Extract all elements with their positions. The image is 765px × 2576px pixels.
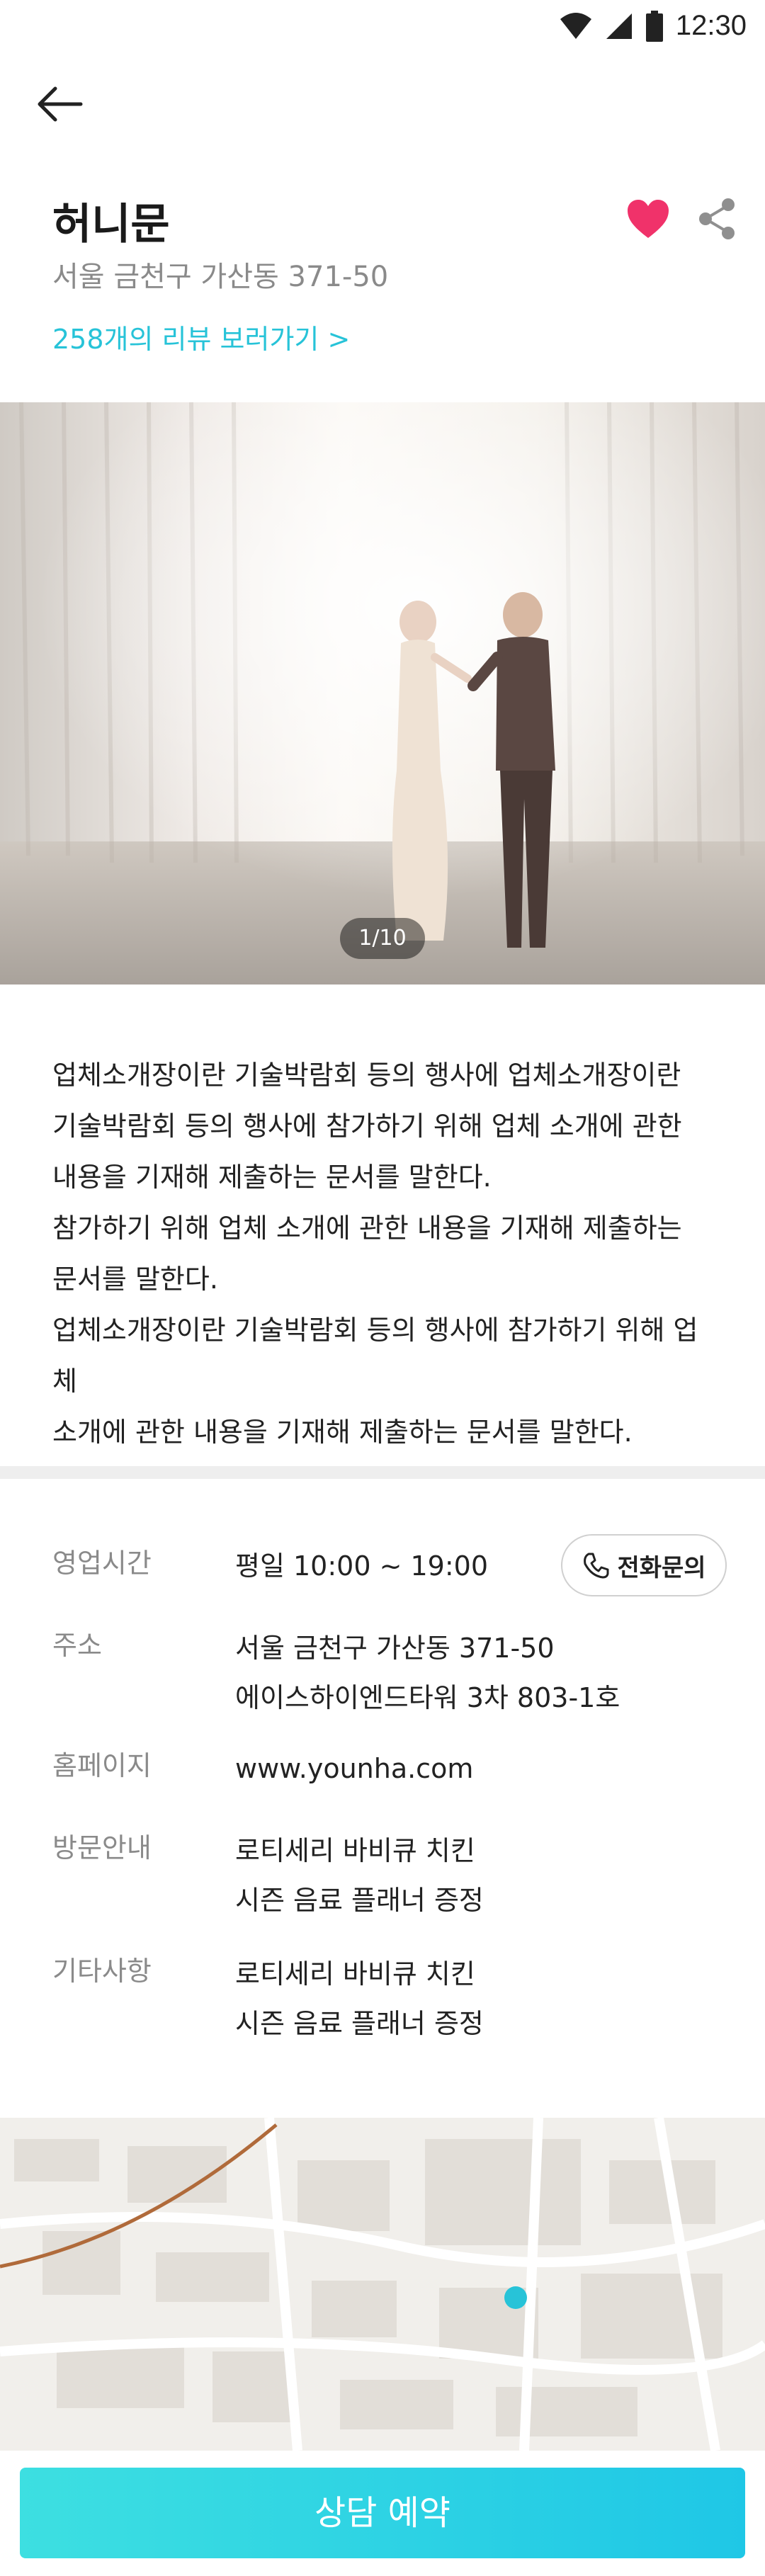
description-line: 업체소개장이란 기술박람회 등의 행사에 참가하기 위해 업체 bbox=[52, 1315, 698, 1397]
info-homepage: 홈페이지 www.younha.com bbox=[52, 1744, 718, 1793]
section-divider bbox=[0, 1466, 765, 1479]
share-icon bbox=[699, 198, 735, 239]
visit-line-1: 로티세리 바비큐 치킨 bbox=[235, 1835, 475, 1866]
description-line: 소개에 관한 내용을 기재해 제출하는 문서를 말한다. bbox=[52, 1417, 633, 1448]
share-button[interactable] bbox=[696, 197, 738, 241]
address-line-1: 서울 금천구 가산동 371-50 bbox=[235, 1633, 555, 1664]
reviews-link[interactable]: 258개의 리뷰 보러가기 > bbox=[52, 317, 350, 356]
address-label: 주소 bbox=[52, 1630, 102, 1661]
status-time: 12:30 bbox=[675, 10, 747, 41]
status-bar: 12:30 bbox=[0, 0, 765, 57]
status-icons: 12:30 bbox=[560, 10, 747, 42]
description-line: 기술박람회 등의 행사에 참가하기 위해 업체 소개에 관한 bbox=[52, 1111, 682, 1142]
hours-label: 영업시간 bbox=[52, 1548, 152, 1579]
etc-line-2: 시즌 음료 플래너 증정 bbox=[235, 2008, 484, 2039]
battery-icon bbox=[645, 10, 663, 42]
venue-title: 허니문 bbox=[52, 200, 170, 249]
location-map[interactable] bbox=[0, 2118, 765, 2451]
etc-label: 기타사항 bbox=[52, 1956, 152, 1987]
phone-icon bbox=[584, 1553, 609, 1579]
info-visit: 방문안내 로티세리 바비큐 치킨 시즌 음료 플래너 증정 bbox=[52, 1826, 718, 1925]
info-address: 주소 서울 금천구 가산동 371-50 에이스하이엔드타워 3차 803-1호 bbox=[52, 1623, 718, 1723]
address-value: 서울 금천구 가산동 371-50 에이스하이엔드타워 3차 803-1호 bbox=[235, 1623, 620, 1723]
homepage-label: 홈페이지 bbox=[52, 1750, 152, 1781]
arrow-left-icon bbox=[38, 86, 83, 122]
homepage-link[interactable]: www.younha.com bbox=[235, 1744, 473, 1793]
description: 업체소개장이란 기술박람회 등의 행사에 업체소개장이란 기술박람회 등의 행사… bbox=[52, 1050, 718, 1458]
call-button-label: 전화문의 bbox=[617, 1553, 706, 1582]
etc-line-1: 로티세리 바비큐 치킨 bbox=[235, 1958, 475, 1990]
signal-icon bbox=[606, 13, 632, 39]
description-line: 문서를 말한다. bbox=[52, 1264, 218, 1295]
heart-icon bbox=[628, 200, 669, 238]
hours-value: 평일 10:00 ~ 19:00 bbox=[235, 1550, 489, 1582]
visit-value: 로티세리 바비큐 치킨 시즌 음료 플래너 증정 bbox=[235, 1826, 484, 1925]
visit-line-2: 시즌 음료 플래너 증정 bbox=[235, 1885, 484, 1916]
gallery-counter: 1/10 bbox=[340, 918, 425, 959]
call-button[interactable]: 전화문의 bbox=[561, 1534, 727, 1596]
info-etc: 기타사항 로티세리 바비큐 치킨 시즌 음료 플래너 증정 bbox=[52, 1949, 718, 2048]
description-line: 참가하기 위해 업체 소개에 관한 내용을 기재해 제출하는 bbox=[52, 1213, 682, 1244]
map-graphic bbox=[0, 2118, 765, 2451]
wedding-photo bbox=[0, 402, 765, 985]
wifi-icon bbox=[560, 12, 591, 39]
consult-booking-button[interactable]: 상담 예약 bbox=[20, 2468, 745, 2558]
etc-value: 로티세리 바비큐 치킨 시즌 음료 플래너 증정 bbox=[235, 1949, 484, 2048]
visit-label: 방문안내 bbox=[52, 1832, 152, 1863]
back-button[interactable] bbox=[35, 79, 85, 129]
venue-address: 서울 금천구 가산동 371-50 bbox=[52, 261, 389, 293]
address-line-2: 에이스하이엔드타워 3차 803-1호 bbox=[235, 1682, 620, 1713]
description-line: 업체소개장이란 기술박람회 등의 행사에 업체소개장이란 bbox=[52, 1060, 681, 1091]
favorite-button[interactable] bbox=[626, 198, 670, 239]
description-line: 내용을 기재해 제출하는 문서를 말한다. bbox=[52, 1162, 492, 1193]
gallery-image[interactable] bbox=[0, 402, 765, 985]
